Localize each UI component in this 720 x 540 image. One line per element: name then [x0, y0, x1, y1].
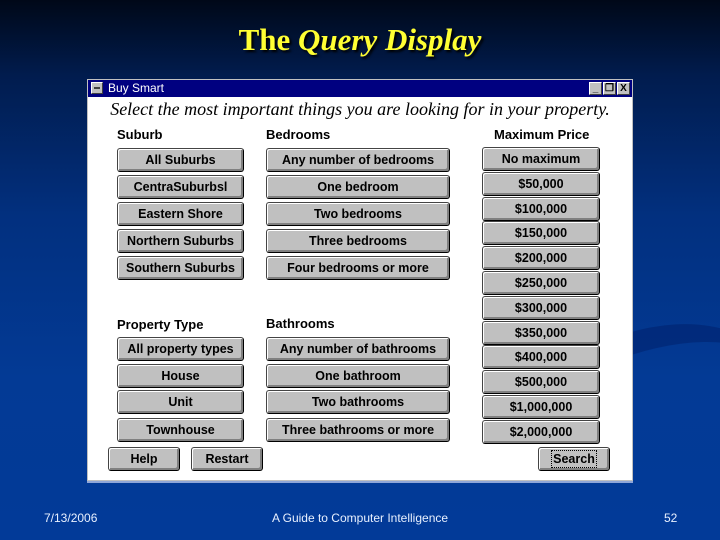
window-titlebar[interactable]: Buy Smart _ ❐ X — [88, 80, 632, 97]
slide-title-plain: The — [238, 22, 299, 57]
window-title: Buy Smart — [108, 81, 165, 95]
minimize-button[interactable]: _ — [589, 82, 602, 95]
max-price-option[interactable]: $350,000 — [482, 321, 600, 345]
close-button[interactable]: X — [617, 82, 630, 95]
suburb-option[interactable]: Northern Suburbs — [117, 229, 244, 253]
bedrooms-option[interactable]: Any number of bedrooms — [266, 148, 450, 172]
footer-page-number: 52 — [664, 511, 678, 525]
max-price-option[interactable]: $200,000 — [482, 246, 600, 270]
instruction-text: Select the most important things you are… — [110, 99, 610, 119]
system-menu-icon[interactable] — [91, 82, 103, 94]
max-price-option[interactable]: $2,000,000 — [482, 420, 600, 444]
bedrooms-label: Bedrooms — [266, 127, 331, 142]
property-type-option[interactable]: Townhouse — [117, 418, 244, 442]
max-price-option[interactable]: $50,000 — [482, 172, 600, 196]
bedrooms-option[interactable]: One bedroom — [266, 175, 450, 199]
buy-smart-window: Buy Smart _ ❐ X Select the most importan… — [87, 79, 633, 481]
max-price-option[interactable]: $400,000 — [482, 345, 600, 369]
suburb-option[interactable]: Eastern Shore — [117, 202, 244, 226]
max-price-option[interactable]: $100,000 — [482, 197, 600, 221]
bathrooms-option[interactable]: One bathroom — [266, 364, 450, 388]
bathrooms-option[interactable]: Any number of bathrooms — [266, 337, 450, 361]
footer-caption: A Guide to Computer Intelligence — [271, 511, 449, 525]
restart-button[interactable]: Restart — [191, 447, 263, 471]
max-price-option[interactable]: $300,000 — [482, 296, 600, 320]
suburb-option[interactable]: Southern Suburbs — [117, 256, 244, 280]
property-type-option[interactable]: All property types — [117, 337, 244, 361]
slide-title-italic: Query Display — [298, 22, 482, 57]
bathrooms-label: Bathrooms — [266, 316, 335, 331]
property-type-label: Property Type — [117, 317, 204, 332]
max-price-label: Maximum Price — [494, 127, 590, 142]
bathrooms-option[interactable]: Two bathrooms — [266, 390, 450, 414]
restore-button[interactable]: ❐ — [603, 82, 616, 95]
max-price-option[interactable]: $500,000 — [482, 370, 600, 394]
slide-title: The Query Display — [0, 22, 720, 58]
help-button[interactable]: Help — [108, 447, 180, 471]
search-button-label: Search — [551, 450, 597, 468]
bedrooms-option[interactable]: Four bedrooms or more — [266, 256, 450, 280]
suburb-option[interactable]: CentraSuburbsl — [117, 175, 244, 199]
max-price-option[interactable]: No maximum — [482, 147, 600, 171]
max-price-option[interactable]: $1,000,000 — [482, 395, 600, 419]
property-type-option[interactable]: House — [117, 364, 244, 388]
bathrooms-option[interactable]: Three bathrooms or more — [266, 418, 450, 442]
suburb-label: Suburb — [117, 127, 163, 142]
bedrooms-option[interactable]: Three bedrooms — [266, 229, 450, 253]
search-button[interactable]: Search — [538, 447, 610, 471]
max-price-option[interactable]: $150,000 — [482, 221, 600, 245]
property-type-option[interactable]: Unit — [117, 390, 244, 414]
max-price-option[interactable]: $250,000 — [482, 271, 600, 295]
suburb-option[interactable]: All Suburbs — [117, 148, 244, 172]
bedrooms-option[interactable]: Two bedrooms — [266, 202, 450, 226]
